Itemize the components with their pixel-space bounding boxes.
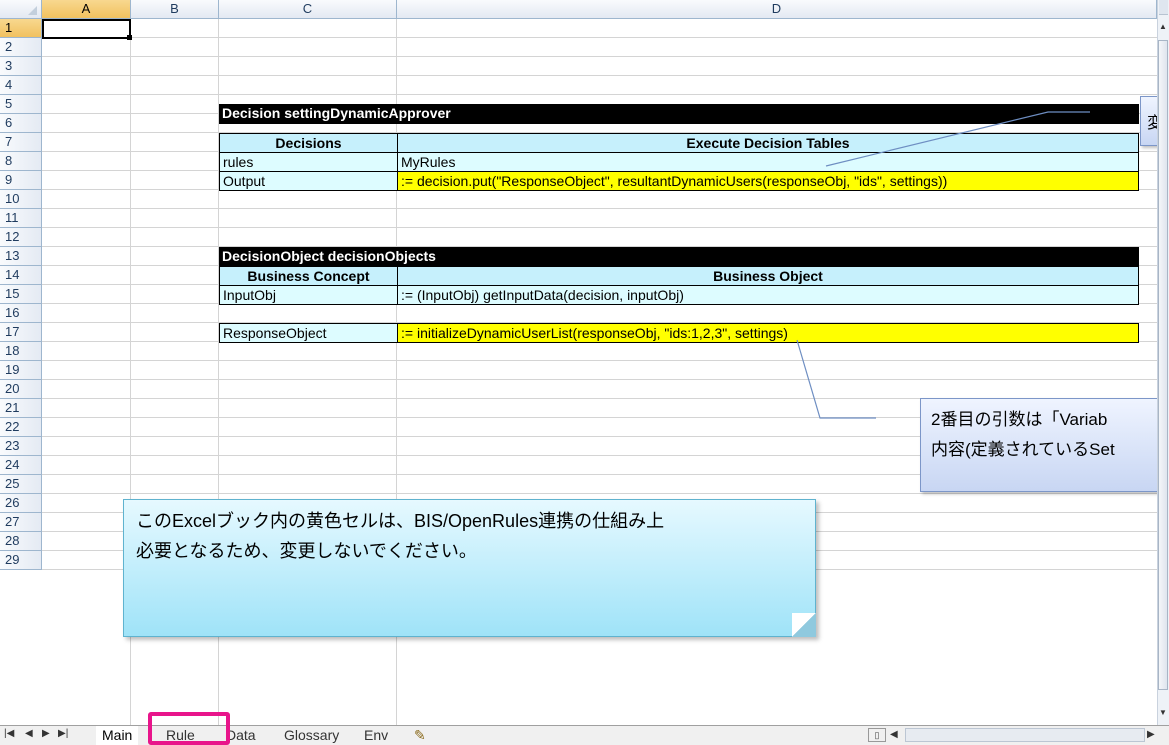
note-fold-corner [792, 613, 816, 637]
tab-env[interactable]: Env [358, 726, 394, 745]
new-sheet-icon[interactable]: ✎ [408, 726, 432, 745]
note-line1: このExcelブック内の黄色セルは、BIS/OpenRules連携の仕組み上 [136, 511, 665, 531]
next-sheet-icon[interactable]: ▶ [42, 728, 50, 739]
note-shape[interactable]: このExcelブック内の黄色セルは、BIS/OpenRules連携の仕組み上 必… [123, 499, 816, 637]
note-line2: 必要となるため、変更しないでください。 [136, 541, 477, 561]
vertical-scrollbar[interactable]: ▲ ▼ [1157, 0, 1169, 725]
callout-right[interactable]: 2番目の引数は「Variab 内容(定義されているSet [920, 398, 1157, 492]
tab-split-handle-icon[interactable]: ▯ [868, 728, 886, 742]
horizontal-scrollbar[interactable] [905, 728, 1145, 742]
scroll-left-icon[interactable]: ◀ [890, 729, 898, 740]
callout-right-line1: 2番目の引数は「Variab [931, 410, 1108, 429]
callout-top-right[interactable]: 変 [1140, 96, 1157, 146]
callout-right-line2: 内容(定義されているSet [931, 440, 1115, 459]
tab-glossary[interactable]: Glossary [278, 726, 345, 745]
first-sheet-icon[interactable]: |◀ [4, 728, 14, 739]
scroll-up-icon[interactable]: ▲ [1159, 22, 1167, 31]
split-box[interactable] [1159, 0, 1168, 15]
scroll-down-icon[interactable]: ▼ [1159, 708, 1167, 717]
scroll-thumb[interactable] [1158, 40, 1168, 690]
callout-top-text: 変 [1147, 115, 1157, 132]
connector-line-top [825, 111, 1090, 167]
prev-sheet-icon[interactable]: ◀ [25, 728, 33, 739]
rule-tab-highlight [148, 712, 230, 745]
tab-main[interactable]: Main [96, 726, 139, 745]
connector-line-right [796, 339, 876, 419]
spreadsheet-grid[interactable]: A B C D 1 2 3 4 5 6 7 8 9 10 11 12 13 14 15 16 17 18 19 20 2… [0, 0, 1157, 725]
last-sheet-icon[interactable]: ▶| [58, 728, 68, 739]
scroll-right-icon[interactable]: ▶ [1147, 729, 1155, 740]
